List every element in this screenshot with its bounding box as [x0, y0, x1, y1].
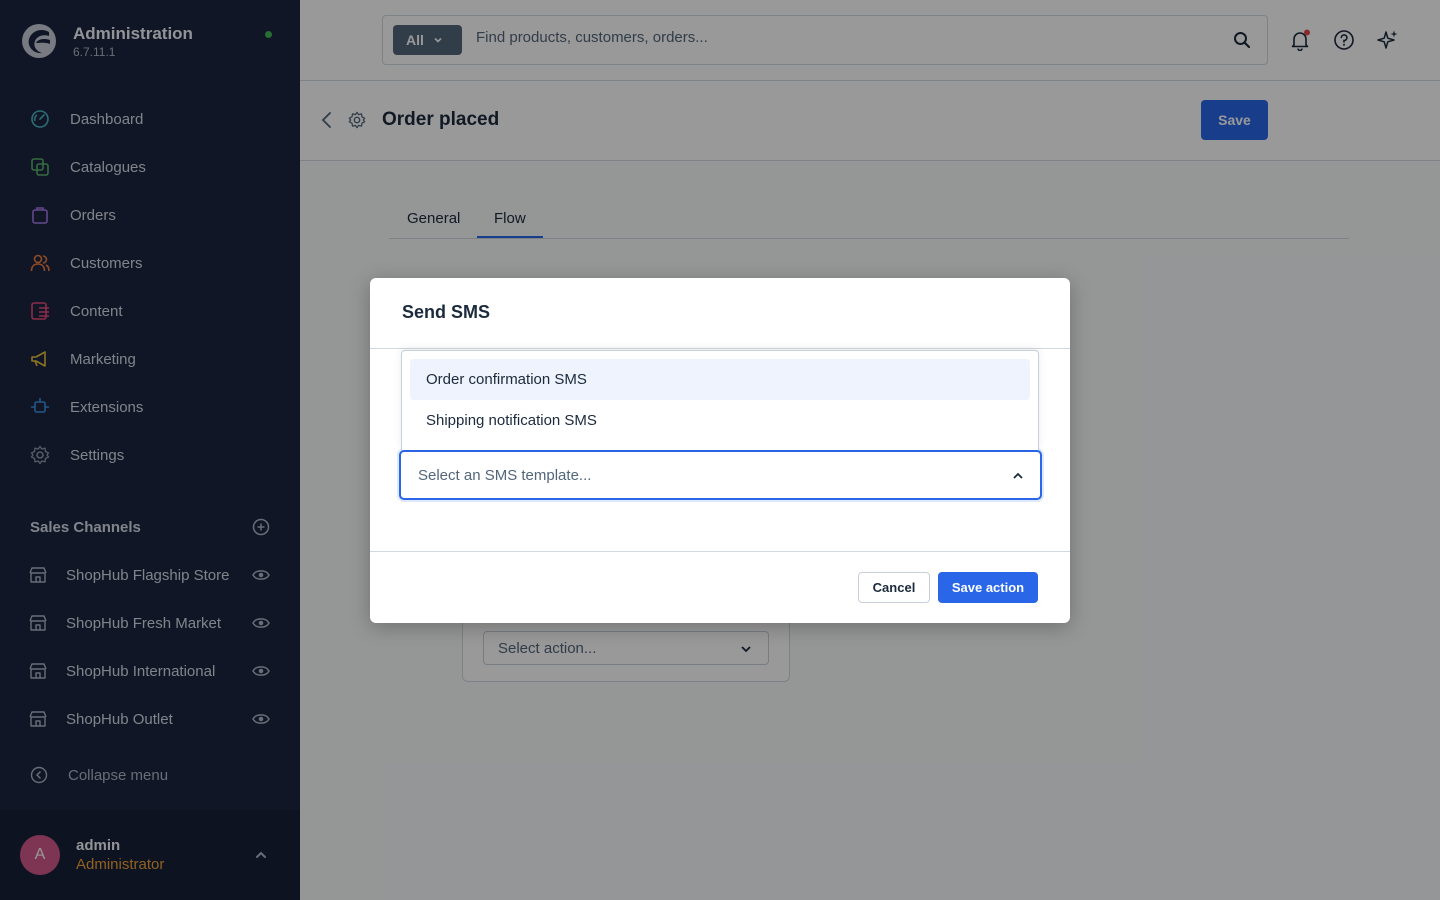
send-sms-modal: Send SMS Select an SMS template... Order… [370, 278, 1070, 623]
sms-template-dropdown: Order confirmation SMS Shipping notifica… [401, 350, 1039, 450]
save-action-button[interactable]: Save action [938, 572, 1038, 603]
dropdown-option[interactable]: Shipping notification SMS [410, 400, 1030, 441]
modal-title: Send SMS [402, 302, 491, 322]
dropdown-option[interactable]: Order confirmation SMS [410, 359, 1030, 400]
divider [370, 348, 1070, 349]
chevron-up-icon [1013, 472, 1023, 479]
sms-template-placeholder: Select an SMS template... [418, 467, 592, 484]
cancel-button[interactable]: Cancel [858, 572, 930, 603]
sms-template-select[interactable]: Select an SMS template... [399, 450, 1042, 500]
divider [370, 551, 1070, 552]
